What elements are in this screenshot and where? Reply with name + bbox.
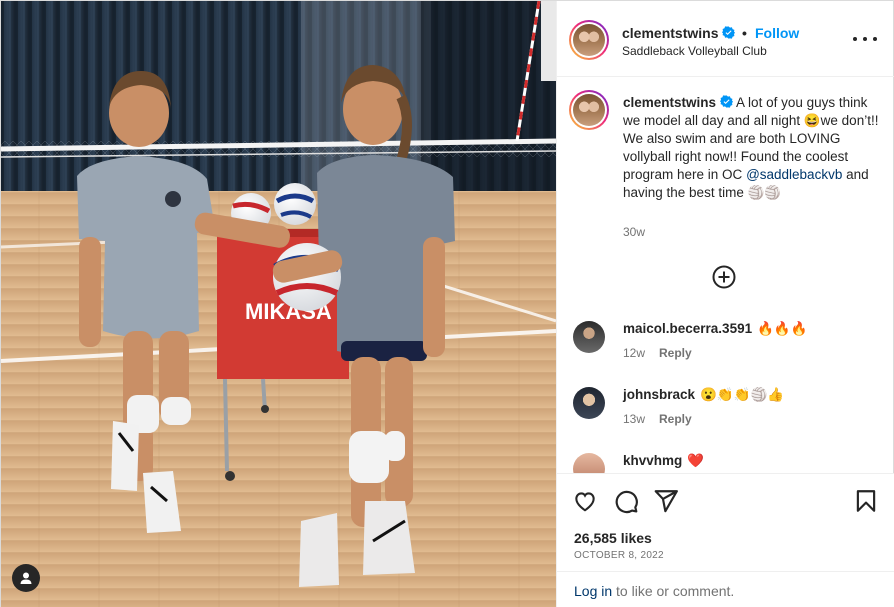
post-actions: 26,585 likes OCTOBER 8, 2022 Log in to l… (557, 473, 894, 607)
comment-time: 12w (623, 346, 646, 360)
user-tag-icon[interactable] (12, 564, 40, 592)
reply-button[interactable]: Reply (659, 412, 692, 426)
post-photo[interactable]: MIKASA (1, 1, 556, 607)
comment-username[interactable]: maicol.becerra.3591 (623, 321, 752, 336)
caption-text: clementstwins A lot of you guys think we… (623, 94, 887, 202)
post-header: clementstwins • Follow Saddleback Volley… (557, 1, 894, 77)
more-options-icon[interactable] (853, 29, 877, 49)
author-username[interactable]: clementstwins (622, 25, 736, 41)
comment-username[interactable]: khvvhmg (623, 453, 682, 468)
comment-text: 🔥🔥🔥 (757, 321, 808, 336)
post-side-panel: clementstwins • Follow Saddleback Volley… (556, 1, 894, 607)
caption-timestamp[interactable]: 30w (623, 225, 645, 239)
bookmark-icon[interactable] (853, 488, 879, 514)
login-link[interactable]: Log in (574, 583, 612, 599)
plus-circle-icon[interactable] (712, 265, 736, 289)
author-avatar[interactable] (569, 20, 609, 60)
reply-button[interactable]: Reply (659, 346, 692, 360)
author-username-text[interactable]: clementstwins (622, 25, 718, 41)
login-prompt: Log in to like or comment. (557, 571, 894, 607)
post-date[interactable]: OCTOBER 8, 2022 (574, 550, 664, 561)
comment-avatar[interactable] (573, 321, 605, 353)
verified-badge-icon (722, 26, 736, 39)
login-prompt-text: to like or comment. (612, 583, 735, 599)
heart-icon[interactable] (572, 488, 598, 514)
location-link[interactable]: Saddleback Volleyball Club (622, 44, 767, 58)
caption-mention-link[interactable]: @saddlebackvb (746, 167, 842, 182)
verified-badge-icon (720, 95, 734, 108)
header-separator: • (742, 25, 747, 41)
comment-time: 13w (623, 412, 646, 426)
comment-text: 😮👏👏🏐👍 (700, 387, 785, 402)
caption-username[interactable]: clementstwins (623, 95, 716, 110)
likes-count[interactable]: 26,585 likes (574, 530, 652, 546)
comment-icon[interactable] (613, 488, 639, 514)
comment-text: ❤️ (687, 453, 705, 468)
caption-avatar[interactable] (569, 90, 609, 130)
volleyball-photo: MIKASA (1, 1, 556, 607)
post-dialog: MIKASA clementstwins • Follow Saddleback… (0, 0, 894, 607)
paper-plane-icon[interactable] (653, 488, 679, 514)
comment-username[interactable]: johnsbrack (623, 387, 695, 402)
comment-avatar[interactable] (573, 387, 605, 419)
follow-button[interactable]: Follow (755, 25, 799, 41)
